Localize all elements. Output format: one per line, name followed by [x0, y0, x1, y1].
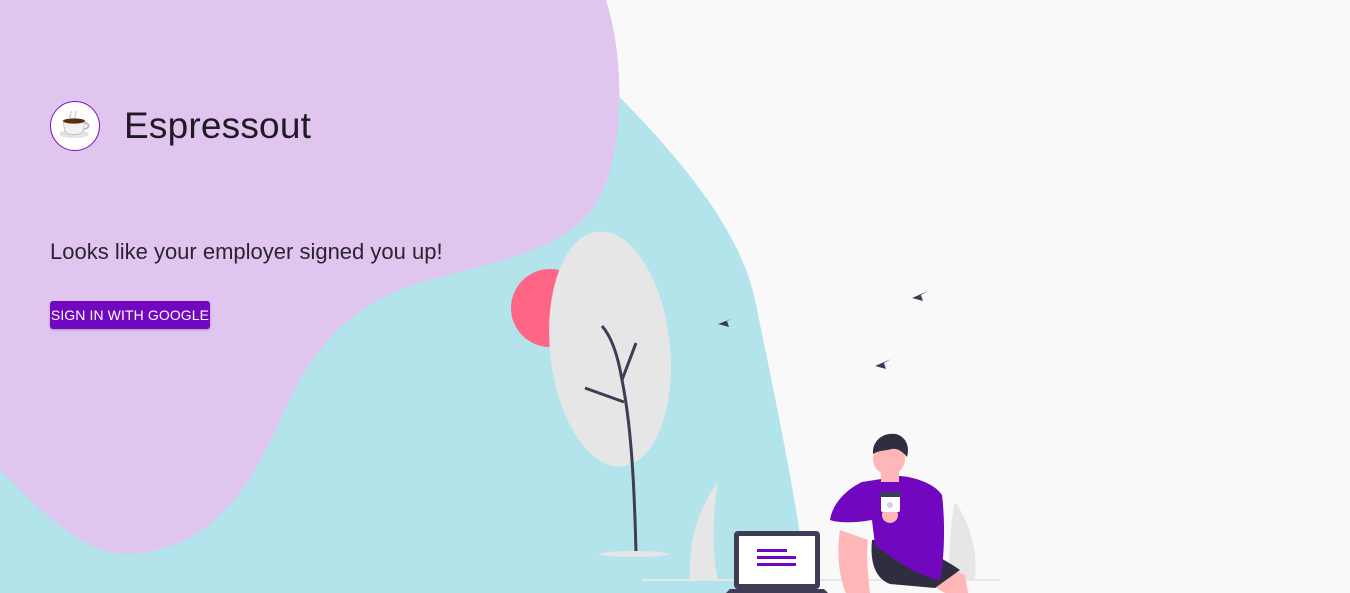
- background-illustration: [0, 0, 1000, 593]
- coffee-cup-icon: [59, 110, 90, 138]
- sign-in-with-google-button[interactable]: SIGN IN WITH GOOGLE: [50, 301, 210, 329]
- brand-header: Espressout: [50, 101, 311, 151]
- welcome-headline: Looks like your employer signed you up!: [50, 239, 443, 264]
- landing-page: Espressout Looks like your employer sign…: [0, 0, 1350, 593]
- app-logo: [50, 101, 100, 151]
- app-name: Espressout: [124, 105, 312, 146]
- person-illustration: [830, 433, 968, 593]
- laptop-illustration: [726, 531, 828, 593]
